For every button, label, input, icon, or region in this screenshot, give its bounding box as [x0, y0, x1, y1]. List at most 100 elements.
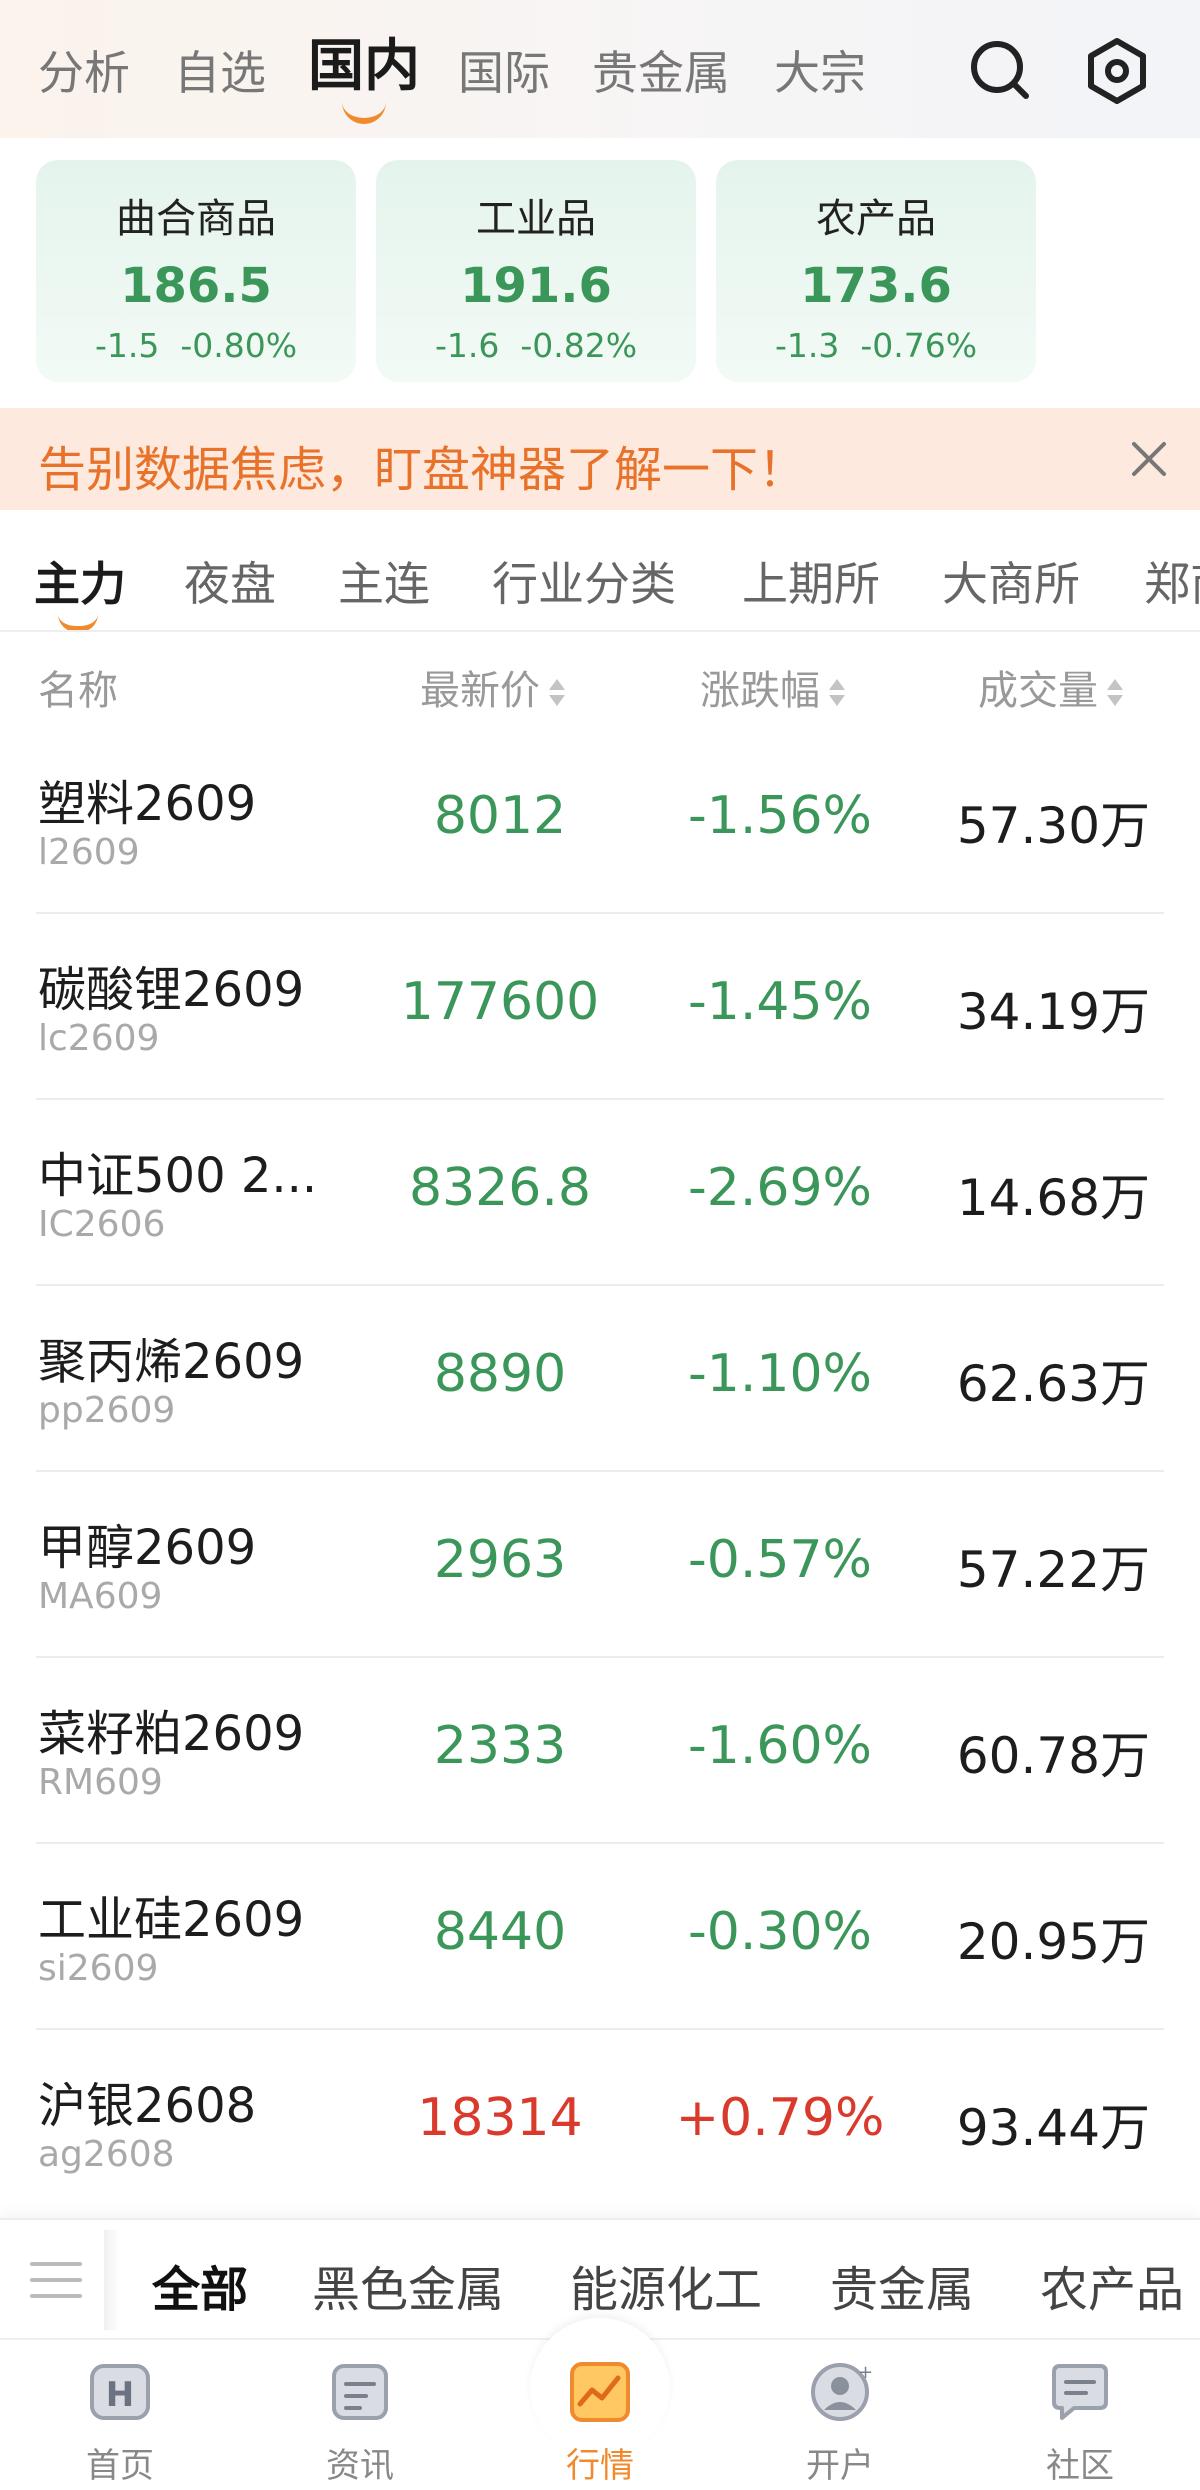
index-card-value: 173.6	[800, 258, 952, 314]
tab-international[interactable]: 国际	[458, 38, 550, 108]
sort-icon	[828, 675, 846, 711]
tab-label: 资讯	[326, 2446, 394, 2486]
tab-community[interactable]: 社区	[960, 2340, 1200, 2490]
change-percent: -1.10%	[688, 1344, 872, 1404]
tab-industry[interactable]: 行业分类	[492, 548, 676, 614]
table-header: 名称 最新价 涨跌幅 成交量	[0, 632, 1200, 728]
contract-code: IC2606	[38, 1204, 166, 1245]
community-icon	[1046, 2358, 1114, 2426]
tab-news[interactable]: 资讯	[240, 2340, 480, 2490]
search-icon[interactable]	[966, 36, 1036, 106]
tab-czce[interactable]: 郑商所	[1144, 548, 1200, 614]
svg-text:+: +	[858, 2362, 873, 2383]
promo-banner[interactable]: 告别数据焦虑，盯盘神器了解一下！	[0, 408, 1200, 510]
tab-night-session[interactable]: 夜盘	[184, 548, 276, 614]
contract-code: lc2609	[38, 1018, 160, 1059]
change-percent: -1.60%	[688, 1716, 872, 1776]
settings-icon[interactable]	[1082, 36, 1152, 106]
category-energy-chemicals[interactable]: 能源化工	[570, 2250, 762, 2320]
category-all[interactable]: 全部	[152, 2250, 248, 2320]
column-header-price[interactable]: 最新价	[420, 658, 566, 716]
tab-label: 首页	[86, 2446, 154, 2486]
volume: 57.30万	[956, 797, 1150, 855]
active-tab-indicator	[58, 614, 98, 630]
tab-label: 开户	[806, 2446, 874, 2486]
sort-icon	[548, 675, 566, 711]
column-header-change[interactable]: 涨跌幅	[700, 658, 846, 716]
contract-name: 聚丙烯2609	[38, 1334, 305, 1390]
tab-open-account[interactable]: + 开户	[720, 2340, 960, 2490]
category-tabs: 主力 夜盘 主连 行业分类 上期所 大商所 郑商所	[0, 510, 1200, 632]
index-card-name: 曲合商品	[116, 196, 276, 242]
tab-analysis[interactable]: 分析	[38, 38, 130, 108]
svg-text:H: H	[106, 2375, 134, 2415]
latest-price: 18314	[417, 2088, 583, 2148]
volume: 60.78万	[956, 1727, 1150, 1785]
index-card[interactable]: 曲合商品 186.5 -1.5 -0.80%	[36, 160, 356, 382]
tab-bulk-commodities[interactable]: 大宗	[774, 38, 866, 108]
menu-icon[interactable]	[30, 2258, 82, 2302]
volume: 62.63万	[956, 1355, 1150, 1413]
tab-watchlist[interactable]: 自选	[174, 38, 266, 108]
tab-precious-metals[interactable]: 贵金属	[592, 38, 730, 108]
change-percent: -0.30%	[688, 1902, 872, 1962]
contract-name: 工业硅2609	[38, 1892, 305, 1948]
index-card-value: 191.6	[460, 258, 612, 314]
volume: 57.22万	[956, 1541, 1150, 1599]
tab-home[interactable]: H 首页	[0, 2340, 240, 2490]
promo-banner-text[interactable]: 告别数据焦虑，盯盘神器了解一下！	[38, 430, 806, 500]
index-card-value: 186.5	[120, 258, 272, 314]
index-card-change: -1.6 -0.82%	[434, 326, 638, 365]
table-row[interactable]: 甲醇2609 MA609 2963 -0.57% 57.22万	[0, 1472, 1200, 1658]
contract-name: 甲醇2609	[38, 1520, 257, 1576]
category-ferrous-metals[interactable]: 黑色金属	[312, 2250, 504, 2320]
category-agricultural[interactable]: 农产品	[1040, 2250, 1184, 2320]
latest-price: 8326.8	[409, 1158, 591, 1218]
sort-icon	[1106, 675, 1124, 711]
contract-name: 塑料2609	[38, 776, 257, 832]
volume: 14.68万	[956, 1169, 1150, 1227]
active-tab-indicator	[342, 102, 386, 124]
contract-code: l2609	[38, 832, 140, 873]
table-row[interactable]: 中证500 2... IC2606 8326.8 -2.69% 14.68万	[0, 1100, 1200, 1286]
table-row[interactable]: 沪银2608 ag2608 18314 +0.79% 93.44万	[0, 2030, 1200, 2216]
index-card-name: 工业品	[476, 196, 596, 242]
quote-list: 塑料2609 l2609 8012 -1.56% 57.30万 碳酸锂2609 …	[0, 728, 1200, 2216]
bottom-tab-bar: H 首页 资讯 行情 + 开户 社区	[0, 2318, 1200, 2490]
contract-code: ag2608	[38, 2134, 175, 2175]
top-nav: 分析 自选 国内 国际 贵金属 大宗	[0, 0, 1200, 138]
index-card-change: -1.5 -0.80%	[94, 326, 298, 365]
category-precious-metals[interactable]: 贵金属	[830, 2250, 974, 2320]
tab-label: 行情	[566, 2446, 634, 2486]
latest-price: 8890	[433, 1344, 567, 1404]
table-row[interactable]: 塑料2609 l2609 8012 -1.56% 57.30万	[0, 728, 1200, 914]
tab-dce[interactable]: 大商所	[942, 548, 1080, 614]
index-card-change: -1.3 -0.76%	[774, 326, 978, 365]
column-header-name: 名称	[38, 668, 118, 714]
table-row[interactable]: 菜籽粕2609 RM609 2333 -1.60% 60.78万	[0, 1658, 1200, 1844]
volume: 34.19万	[956, 983, 1150, 1041]
column-header-volume[interactable]: 成交量	[978, 658, 1124, 716]
contract-code: pp2609	[38, 1390, 176, 1431]
close-icon[interactable]	[1126, 436, 1172, 482]
table-row[interactable]: 碳酸锂2609 lc2609 177600 -1.45% 34.19万	[0, 914, 1200, 1100]
table-row[interactable]: 工业硅2609 si2609 8440 -0.30% 20.95万	[0, 1844, 1200, 2030]
tab-main-contracts[interactable]: 主力	[34, 548, 126, 614]
index-card-name: 农产品	[816, 196, 936, 242]
latest-price: 2333	[433, 1716, 567, 1776]
change-percent: -1.56%	[688, 786, 872, 846]
contract-code: RM609	[38, 1762, 163, 1803]
index-cards: 曲合商品 186.5 -1.5 -0.80% 工业品 191.6 -1.6 -0…	[0, 138, 1200, 408]
index-card[interactable]: 农产品 173.6 -1.3 -0.76%	[716, 160, 1036, 382]
news-icon	[326, 2358, 394, 2426]
contract-name: 沪银2608	[38, 2078, 257, 2134]
index-card[interactable]: 工业品 191.6 -1.6 -0.82%	[376, 160, 696, 382]
volume: 20.95万	[956, 1913, 1150, 1971]
tab-shfe[interactable]: 上期所	[742, 548, 880, 614]
table-row[interactable]: 聚丙烯2609 pp2609 8890 -1.10% 62.63万	[0, 1286, 1200, 1472]
tab-market[interactable]: 行情	[480, 2340, 720, 2490]
tab-domestic[interactable]: 国内	[308, 32, 420, 102]
latest-price: 2963	[433, 1530, 567, 1590]
tab-continuous[interactable]: 主连	[338, 548, 430, 614]
contract-name: 中证500 2...	[38, 1148, 318, 1204]
